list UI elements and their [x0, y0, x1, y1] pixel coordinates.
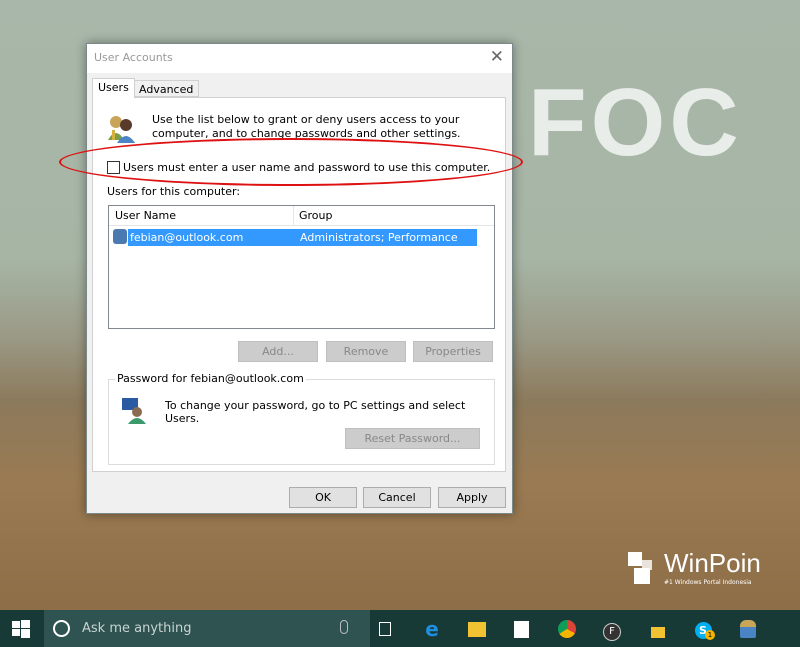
- winpoin-text: WinPoin: [664, 548, 761, 578]
- password-group: Password for febian@outlook.com To chang…: [108, 372, 495, 465]
- require-login-checkbox[interactable]: Users must enter a user name and passwor…: [107, 161, 490, 174]
- taskbar: Ask me anything e F S 1: [0, 610, 800, 647]
- winpoin-subtext: #1 Windows Portal Indonesia: [664, 579, 752, 586]
- file-explorer-icon[interactable]: [466, 618, 488, 640]
- properties-button[interactable]: Properties: [413, 341, 493, 362]
- apply-button[interactable]: Apply: [438, 487, 506, 508]
- tab-advanced[interactable]: Advanced: [133, 80, 200, 97]
- checkbox[interactable]: [107, 161, 120, 174]
- tab-users[interactable]: Users: [92, 78, 135, 98]
- wallpaper-text: FOC: [528, 69, 743, 176]
- users-list-label: Users for this computer:: [107, 185, 241, 198]
- add-button[interactable]: Add...: [238, 341, 318, 362]
- column-user-name[interactable]: User Name: [115, 209, 176, 222]
- store-icon[interactable]: [510, 618, 532, 640]
- checkbox-label: Users must enter a user name and passwor…: [123, 161, 491, 174]
- row-group: Administrators; Performance Log...: [300, 231, 458, 257]
- list-header: User Name Group: [109, 206, 494, 226]
- start-windows-icon[interactable]: [10, 618, 32, 640]
- reset-password-button[interactable]: Reset Password...: [345, 428, 480, 449]
- edge-icon[interactable]: e: [421, 618, 443, 640]
- users-panel: Use the list below to grant or deny user…: [92, 97, 506, 472]
- column-divider: [293, 206, 294, 226]
- user-icon: [113, 229, 127, 244]
- f-app-icon[interactable]: F: [601, 618, 623, 641]
- cortana-icon: [53, 620, 70, 637]
- lock-icon[interactable]: [647, 618, 669, 640]
- user-monitor-icon: [122, 398, 146, 424]
- title-bar: User Accounts ✕: [87, 44, 512, 73]
- skype-badge: 1: [705, 630, 715, 640]
- user-accounts-taskbar-icon[interactable]: [737, 618, 759, 640]
- users-list[interactable]: User Name Group febian@outlook.com Admin…: [108, 205, 495, 329]
- dialog-title: User Accounts: [94, 51, 173, 64]
- password-group-label: Password for febian@outlook.com: [115, 372, 306, 385]
- winpoin-logo-icon: [628, 552, 660, 584]
- task-view-icon[interactable]: [374, 618, 396, 640]
- intro-text: Use the list below to grant or deny user…: [152, 113, 461, 140]
- cortana-search-box[interactable]: Ask me anything: [44, 610, 370, 647]
- user-accounts-dialog: User Accounts ✕ Users Advanced Use the l…: [86, 43, 513, 514]
- table-row[interactable]: febian@outlook.com Administrators; Perfo…: [113, 229, 477, 257]
- close-icon[interactable]: ✕: [490, 47, 504, 67]
- column-group[interactable]: Group: [299, 209, 333, 222]
- remove-button[interactable]: Remove: [326, 341, 406, 362]
- search-input[interactable]: Ask me anything: [82, 621, 191, 636]
- cancel-button[interactable]: Cancel: [363, 487, 431, 508]
- ok-button[interactable]: OK: [289, 487, 357, 508]
- row-user: febian@outlook.com: [130, 231, 244, 244]
- password-text: To change your password, go to PC settin…: [165, 399, 466, 425]
- microphone-icon[interactable]: [340, 620, 348, 634]
- users-icon: [106, 114, 136, 144]
- skype-icon[interactable]: S 1: [692, 618, 715, 640]
- chrome-icon[interactable]: [556, 618, 578, 640]
